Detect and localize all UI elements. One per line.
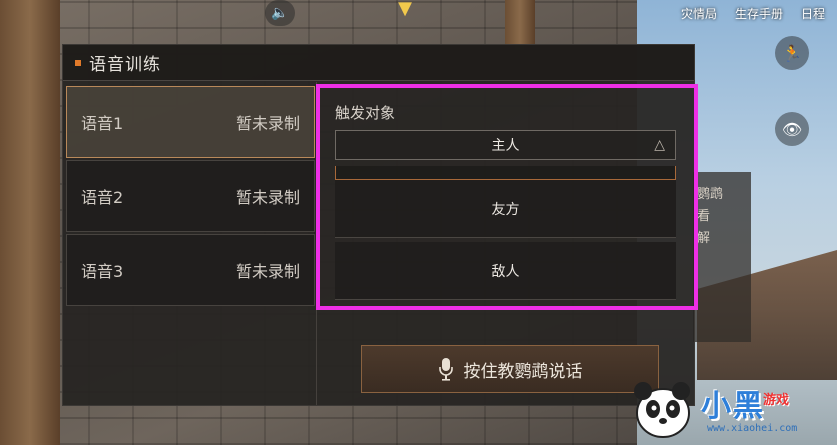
voice-training-dialog: 语音训练 语音1 暂未录制 语音2 暂未录制 语音3 暂未录制 触发对象 主人 … [62,44,695,406]
wood-frame-left [0,0,60,445]
watermark-sub: 游戏 [763,393,790,408]
chat-strip [150,404,480,424]
hold-to-record-button[interactable]: 按住教鹦鹉说话 [361,345,659,393]
hud-disaster-bureau[interactable]: 灾情局 [681,5,717,22]
watermark-brand: 小黑 [701,389,765,424]
speaker-icon[interactable]: 🔈 [265,0,295,26]
voice-status: 暂未录制 [235,114,300,133]
site-watermark: 小黑 游戏 www.xiaohei.com [631,375,831,443]
voice-name: 语音1 [81,114,124,133]
voice-list: 语音1 暂未录制 语音2 暂未录制 语音3 暂未录制 [66,86,315,308]
arrow-down-icon: ▼ [398,0,412,19]
voice-status: 暂未录制 [235,262,300,281]
side-parrot-label: 鹦鹉 [697,187,724,202]
eye-icon[interactable]: 👁 [775,112,809,146]
voice-item-1[interactable]: 语音1 暂未录制 [66,86,315,158]
hud-schedule[interactable]: 日程 [801,5,825,22]
voice-item-2[interactable]: 语音2 暂未录制 [66,160,315,232]
hud-survival-manual[interactable]: 生存手册 [735,5,783,22]
option-enemy[interactable]: 敌人 [335,242,676,300]
voice-settings-pane: 触发对象 主人 △ 友方 敌人 按住教鹦鹉说话 [316,82,694,405]
trigger-target-label: 触发对象 [335,104,396,122]
trigger-target-select[interactable]: 主人 △ [335,130,676,160]
wood-frame-top [505,0,535,50]
option-label: 敌人 [491,263,520,280]
title-bullet-icon [75,59,81,66]
voice-item-3[interactable]: 语音3 暂未录制 [66,234,315,306]
option-label: 友方 [491,201,520,218]
side-label-3: 解 [697,231,711,246]
option-ally[interactable]: 友方 [335,180,676,238]
voice-name: 语音3 [81,262,124,281]
chevron-up-icon: △ [654,137,665,153]
selected-option: 主人 [491,138,520,154]
voice-name: 语音2 [81,188,124,207]
voice-status: 暂未录制 [235,188,300,207]
microphone-icon [438,358,453,381]
side-label-2: 看 [697,209,711,224]
dialog-header: 语音训练 [63,45,694,81]
run-icon[interactable]: 🏃 [775,36,809,70]
hud-top-icons: 🔈 ▼ [265,0,415,26]
side-parrot-panel: 鹦鹉 看 解 [693,172,751,342]
dialog-title: 语音训练 [89,55,161,75]
panda-logo-icon [634,382,690,438]
hud-top-right: 灾情局 生存手册 日程 [681,0,837,22]
watermark-url: www.xiaohei.com [707,423,798,434]
dropdown-top-edge [335,166,676,180]
record-button-label: 按住教鹦鹉说话 [463,361,583,382]
